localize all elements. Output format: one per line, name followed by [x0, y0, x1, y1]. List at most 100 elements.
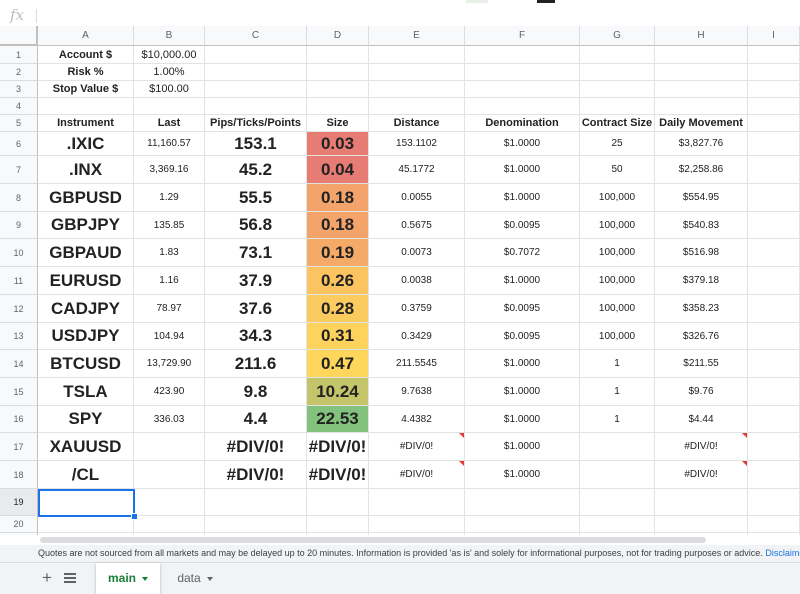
contract-size[interactable]: 25 — [580, 132, 655, 156]
empty-cell[interactable] — [465, 516, 580, 533]
param-value[interactable]: $100.00 — [134, 81, 205, 98]
empty-cell[interactable] — [307, 516, 369, 533]
empty-cell[interactable] — [205, 64, 307, 81]
empty-cell[interactable] — [748, 98, 800, 115]
row-header-7[interactable]: 7 — [0, 156, 38, 184]
denomination-value[interactable]: $1.0000 — [465, 267, 580, 295]
empty-cell[interactable] — [205, 516, 307, 533]
instrument-symbol[interactable]: GBPAUD — [38, 239, 134, 267]
contract-size[interactable]: 100,000 — [580, 267, 655, 295]
row-header-11[interactable]: 11 — [0, 267, 38, 295]
row-header-6[interactable]: 6 — [0, 132, 38, 156]
contract-size[interactable] — [580, 433, 655, 461]
empty-cell[interactable] — [134, 489, 205, 516]
daily-movement[interactable]: $211.55 — [655, 350, 748, 378]
chevron-down-icon[interactable] — [142, 576, 148, 581]
empty-cell[interactable] — [748, 433, 800, 461]
empty-cell[interactable] — [580, 489, 655, 516]
column-header-d[interactable]: D — [307, 26, 369, 46]
select-all-corner[interactable] — [0, 26, 38, 46]
add-sheet-button[interactable]: + — [38, 568, 56, 588]
empty-cell[interactable] — [369, 98, 465, 115]
last-price[interactable]: 11,160.57 — [134, 132, 205, 156]
denomination-value[interactable]: $0.7072 — [465, 239, 580, 267]
empty-cell[interactable] — [38, 516, 134, 533]
pips-value[interactable]: 37.9 — [205, 267, 307, 295]
distance-value[interactable]: 4.4382 — [369, 406, 465, 433]
contract-size[interactable]: 1 — [580, 350, 655, 378]
row-header-8[interactable]: 8 — [0, 184, 38, 212]
row-header-20[interactable]: 20 — [0, 516, 38, 533]
position-size[interactable]: 0.18 — [307, 184, 369, 212]
last-price[interactable]: 13,729.90 — [134, 350, 205, 378]
contract-size[interactable]: 100,000 — [580, 295, 655, 323]
instrument-symbol[interactable]: USDJPY — [38, 323, 134, 350]
daily-movement[interactable]: $516.98 — [655, 239, 748, 267]
empty-cell[interactable] — [465, 489, 580, 516]
row-header-2[interactable]: 2 — [0, 64, 38, 81]
contract-size[interactable]: 50 — [580, 156, 655, 184]
empty-cell[interactable] — [748, 115, 800, 132]
empty-cell[interactable] — [580, 98, 655, 115]
denomination-value[interactable]: $1.0000 — [465, 350, 580, 378]
fill-handle[interactable] — [131, 513, 138, 520]
distance-value[interactable]: 0.0038 — [369, 267, 465, 295]
denomination-value[interactable]: $1.0000 — [465, 184, 580, 212]
empty-cell[interactable] — [748, 489, 800, 516]
empty-cell[interactable] — [369, 516, 465, 533]
last-price[interactable]: 78.97 — [134, 295, 205, 323]
scrollbar-thumb[interactable] — [40, 537, 706, 543]
empty-cell[interactable] — [748, 323, 800, 350]
empty-cell[interactable] — [748, 64, 800, 81]
spreadsheet-grid[interactable]: A B C D E F G H I 1 2 3 4 5 6 7 8 9 10 11 12 13 14 15 16 17 18 19 20… — [0, 26, 800, 539]
empty-cell[interactable] — [580, 81, 655, 98]
distance-value[interactable]: 0.5675 — [369, 212, 465, 239]
empty-cell[interactable] — [465, 46, 580, 64]
column-header-a[interactable]: A — [38, 26, 134, 46]
empty-cell[interactable] — [307, 98, 369, 115]
contract-size[interactable]: 1 — [580, 406, 655, 433]
instrument-symbol[interactable]: SPY — [38, 406, 134, 433]
column-header-e[interactable]: E — [369, 26, 465, 46]
all-sheets-icon[interactable] — [64, 573, 76, 583]
denomination-value[interactable]: $1.0000 — [465, 156, 580, 184]
daily-movement[interactable]: $2,258.86 — [655, 156, 748, 184]
column-title-instrument[interactable]: Instrument — [38, 115, 134, 132]
empty-cell[interactable] — [655, 64, 748, 81]
empty-cell[interactable] — [655, 516, 748, 533]
distance-value[interactable]: 45.1772 — [369, 156, 465, 184]
column-title-size[interactable]: Size — [307, 115, 369, 132]
empty-cell[interactable] — [307, 64, 369, 81]
empty-cell[interactable] — [655, 81, 748, 98]
distance-value[interactable]: 211.5545 — [369, 350, 465, 378]
denomination-value[interactable]: $0.0095 — [465, 295, 580, 323]
contract-size[interactable]: 100,000 — [580, 323, 655, 350]
last-price[interactable]: 423.90 — [134, 378, 205, 406]
last-price[interactable]: 1.83 — [134, 239, 205, 267]
denomination-value[interactable]: $1.0000 — [465, 406, 580, 433]
empty-cell[interactable] — [580, 516, 655, 533]
empty-cell[interactable] — [748, 350, 800, 378]
pips-value[interactable]: 37.6 — [205, 295, 307, 323]
empty-cell[interactable] — [655, 489, 748, 516]
pips-value[interactable]: 211.6 — [205, 350, 307, 378]
row-header-9[interactable]: 9 — [0, 212, 38, 239]
daily-movement[interactable]: $540.83 — [655, 212, 748, 239]
contract-size[interactable]: 100,000 — [580, 239, 655, 267]
empty-cell[interactable] — [38, 98, 134, 115]
param-value[interactable]: 1.00% — [134, 64, 205, 81]
empty-cell[interactable] — [134, 98, 205, 115]
column-header-h[interactable]: H — [655, 26, 748, 46]
daily-movement[interactable]: $3,827.76 — [655, 132, 748, 156]
row-header-14[interactable]: 14 — [0, 350, 38, 378]
denomination-value[interactable]: $1.0000 — [465, 461, 580, 489]
row-header-16[interactable]: 16 — [0, 406, 38, 433]
row-header-13[interactable]: 13 — [0, 323, 38, 350]
empty-cell[interactable] — [307, 489, 369, 516]
row-header-12[interactable]: 12 — [0, 295, 38, 323]
pips-value[interactable]: 4.4 — [205, 406, 307, 433]
selected-cell-a19[interactable] — [38, 489, 135, 517]
column-title-daily-movement[interactable]: Daily Movement — [655, 115, 748, 132]
position-size[interactable]: 0.19 — [307, 239, 369, 267]
row-header-18[interactable]: 18 — [0, 461, 38, 489]
